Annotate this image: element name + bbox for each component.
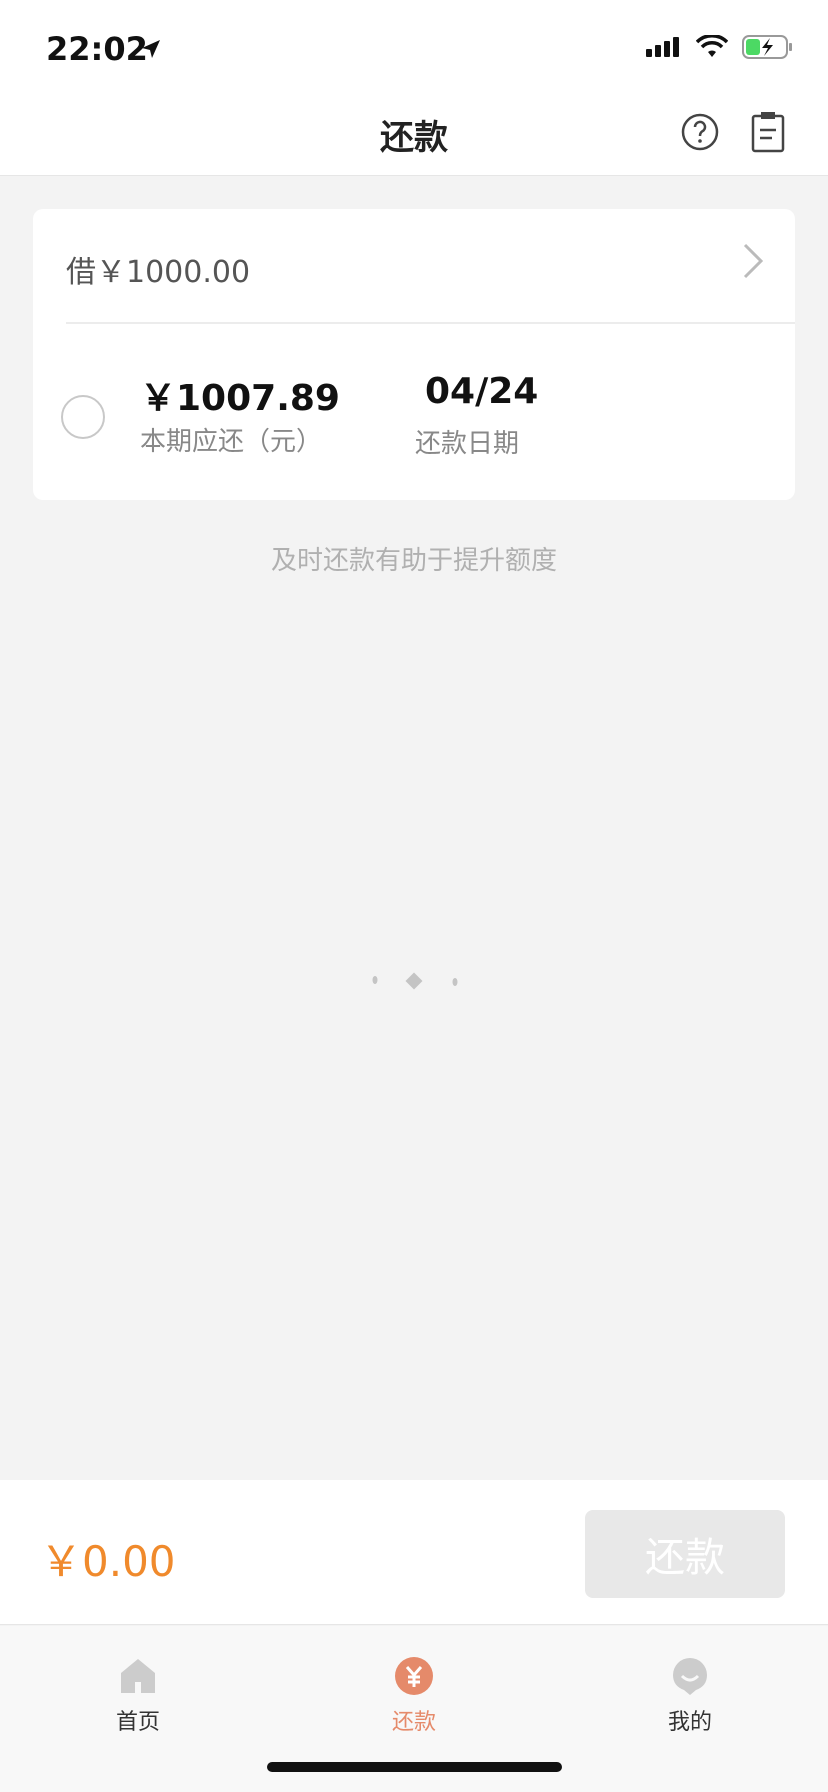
status-indicators (646, 34, 794, 60)
repay-icon (395, 1657, 433, 1695)
payment-total: ￥0.00 (40, 1537, 176, 1586)
installment-amount-label: 本期应还（元） (140, 427, 323, 457)
tab-home[interactable]: 首页 (58, 1656, 218, 1746)
repay-button[interactable]: 还款 (585, 1510, 785, 1598)
location-icon (142, 40, 160, 58)
home-icon (121, 1659, 155, 1693)
loan-card: 借￥1000.00 ￥1007.89 本期应还（元） 04/24 还款日期 (33, 209, 795, 500)
profile-icon (673, 1658, 707, 1695)
repayment-date: 04/24 (425, 371, 539, 412)
cellular-signal-icon (646, 37, 679, 57)
home-indicator (267, 1762, 562, 1772)
installment-amount: ￥1007.89 (140, 378, 340, 419)
tab-profile-label: 我的 (667, 1710, 712, 1735)
status-bar: 22:02 (0, 0, 828, 96)
tab-home-label: 首页 (115, 1710, 160, 1735)
payment-bar: ￥0.00 还款 (0, 1480, 828, 1625)
repayment-tip: 及时还款有助于提升额度 (270, 546, 557, 576)
tab-profile[interactable]: 我的 (610, 1656, 770, 1746)
loan-detail-row[interactable]: 借￥1000.00 (33, 209, 795, 322)
battery-charging-icon (742, 35, 792, 59)
bill-icon[interactable] (748, 110, 788, 154)
tab-repay-label: 还款 (391, 1710, 436, 1735)
loading-indicator-icon (372, 972, 458, 990)
repayment-date-label: 还款日期 (415, 429, 520, 459)
navigation-bar: 还款 (0, 96, 828, 176)
chevron-right-icon (743, 243, 764, 279)
tab-repay[interactable]: 还款 (334, 1656, 494, 1746)
loan-amount-text: 借￥1000.00 (66, 255, 251, 290)
wifi-icon (696, 35, 728, 57)
installment-select-radio[interactable] (61, 395, 105, 439)
help-icon[interactable] (680, 112, 720, 152)
card-divider (66, 322, 795, 324)
status-time: 22:02 (46, 30, 148, 68)
